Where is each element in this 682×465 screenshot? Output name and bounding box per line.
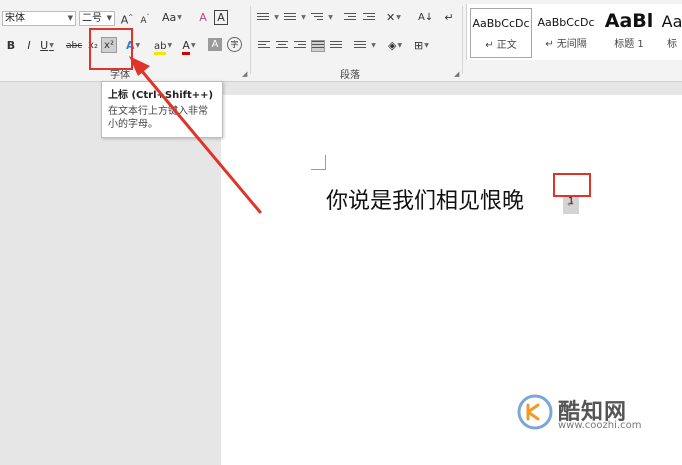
coozhi-logo-icon <box>517 394 553 430</box>
watermark: 酷知网 www.coozhi.com <box>516 392 656 432</box>
watermark-url: www.coozhi.com <box>558 420 642 431</box>
